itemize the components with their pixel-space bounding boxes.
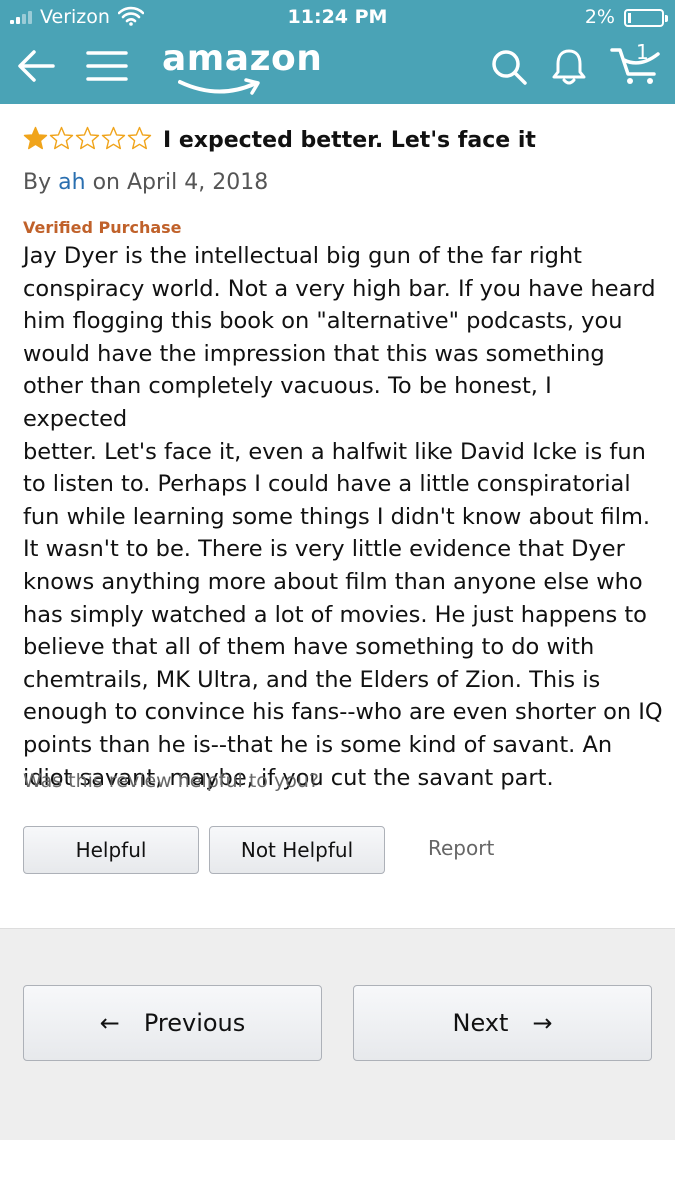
battery-icon: [624, 9, 668, 27]
by-prefix: By: [23, 170, 52, 195]
review-body-line: knows anything more about film than anyo…: [23, 568, 643, 595]
review-body-line: Jay Dyer is the intellectual big gun of …: [23, 243, 582, 269]
review-title: I expected better. Let's face it: [163, 128, 536, 153]
star-empty-icon: [127, 126, 152, 150]
status-bar: Verizon 11:24 PM 2%: [0, 0, 675, 36]
not-helpful-button[interactable]: Not Helpful: [209, 826, 385, 874]
review-pager: ← Previous Next →: [0, 928, 675, 1140]
bell-icon[interactable]: [550, 46, 588, 86]
left-arrow-icon: ←: [99, 1009, 120, 1037]
review-byline: By ah on April 4, 2018: [23, 170, 268, 195]
review-body-line: believe that all of them have something …: [23, 634, 595, 661]
review-body-line: enough to convince his fans--who are eve…: [23, 699, 663, 726]
app-header: Verizon 11:24 PM 2% amazon 1: [0, 0, 675, 104]
review-date: on April 4, 2018: [92, 170, 269, 195]
star-filled-icon: [23, 126, 48, 150]
review-body-line: fun while learning some things I didn't …: [23, 503, 651, 530]
star-empty-icon: [75, 126, 100, 150]
amazon-logo[interactable]: amazon: [162, 38, 322, 79]
review-body-line: would have the impression that this was …: [23, 340, 605, 367]
review-body-line: conspiracy world. Not a very high bar. I…: [23, 275, 656, 302]
star-empty-icon: [101, 126, 126, 150]
clock: 11:24 PM: [287, 6, 388, 28]
review-body-line: other than completely vacuous. To be hon…: [23, 373, 552, 432]
review-body-line: has simply watched a lot of movies. He j…: [23, 601, 647, 628]
back-arrow-icon[interactable]: [16, 48, 56, 84]
review-body-line: points than he is--that he is some kind …: [23, 731, 613, 758]
menu-icon[interactable]: [86, 48, 128, 84]
verified-purchase-badge: Verified Purchase: [23, 218, 182, 237]
helpful-button[interactable]: Helpful: [23, 826, 199, 874]
next-label: Next: [452, 1009, 509, 1037]
previous-button[interactable]: ← Previous: [23, 985, 322, 1061]
author-link[interactable]: ah: [58, 170, 85, 195]
star-rating: [23, 126, 152, 151]
cart-count-badge: 1: [636, 40, 649, 64]
review-body-line: him flogging this book on "alternative" …: [23, 308, 623, 335]
review-body-line: chemtrails, MK Ultra, and the Elders of …: [23, 666, 601, 693]
next-button[interactable]: Next →: [353, 985, 652, 1061]
battery-percent: 2%: [584, 6, 615, 28]
review-body-line: It wasn't to be. There is very little ev…: [23, 536, 625, 563]
helpful-question: Was this review helpful to you?: [23, 770, 319, 792]
search-icon[interactable]: [490, 46, 528, 86]
report-link[interactable]: Report: [428, 836, 494, 860]
review-body-line: to listen to. Perhaps I could have a lit…: [23, 471, 631, 498]
review-body: Jay Dyer is the intellectual big gun of …: [23, 240, 663, 794]
star-empty-icon: [49, 126, 74, 150]
amazon-smile-icon: [178, 78, 260, 95]
review-body-line: better. Let's face it, even a halfwit li…: [23, 438, 646, 465]
right-arrow-icon: →: [532, 1009, 553, 1037]
review-header: I expected better. Let's face it: [23, 122, 663, 162]
nav-bar: amazon 1: [0, 36, 675, 104]
previous-label: Previous: [143, 1009, 246, 1037]
